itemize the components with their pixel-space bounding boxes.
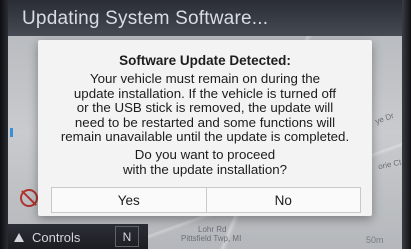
dialog-button-row: Yes No	[51, 187, 361, 213]
dialog-message: Your vehicle must remain on during the u…	[48, 71, 362, 145]
dialog-message-line: remain unavailable until the update is c…	[60, 129, 350, 145]
dialog-heading: Software Update Detected:	[119, 53, 291, 68]
dialog-message-line: need to be restarted and some functions …	[74, 114, 336, 130]
side-accent-marker	[10, 128, 13, 137]
dialog-message-line: Your vehicle must remain on during the	[89, 71, 321, 86]
page-title: Updating System Software...	[22, 8, 269, 29]
controls-label: Controls	[32, 229, 81, 245]
yes-button[interactable]: Yes	[52, 188, 206, 212]
controls-button[interactable]: Controls	[14, 226, 80, 248]
gear-indicator: N	[115, 226, 139, 247]
dialog-message-line: update installation. If the vehicle is t…	[73, 85, 337, 101]
dialog-message-line: or the USB stick is removed, the update …	[76, 100, 334, 116]
no-entry-icon	[20, 189, 38, 207]
no-button[interactable]: No	[205, 188, 360, 212]
dialog-question-line: with the update installation?	[122, 161, 288, 177]
map-distance-label: 50m	[366, 235, 384, 245]
triangle-up-icon	[14, 232, 24, 242]
title-bar: Updating System Software...	[8, 0, 402, 36]
map-street-label: Lohr Rd	[198, 225, 227, 234]
map-location-label: Pittsfield Twp, MI	[181, 234, 242, 243]
software-update-dialog: Software Update Detected: Your vehicle m…	[38, 40, 372, 216]
dialog-question: Do you want to proceed with the update i…	[48, 147, 362, 178]
dialog-question-line: Do you want to proceed	[134, 147, 276, 162]
screen-bezel-left	[0, 0, 8, 249]
infotainment-screen: Updating System Software... ye Dr orie C…	[0, 0, 411, 249]
screen-bezel-right	[402, 0, 411, 249]
